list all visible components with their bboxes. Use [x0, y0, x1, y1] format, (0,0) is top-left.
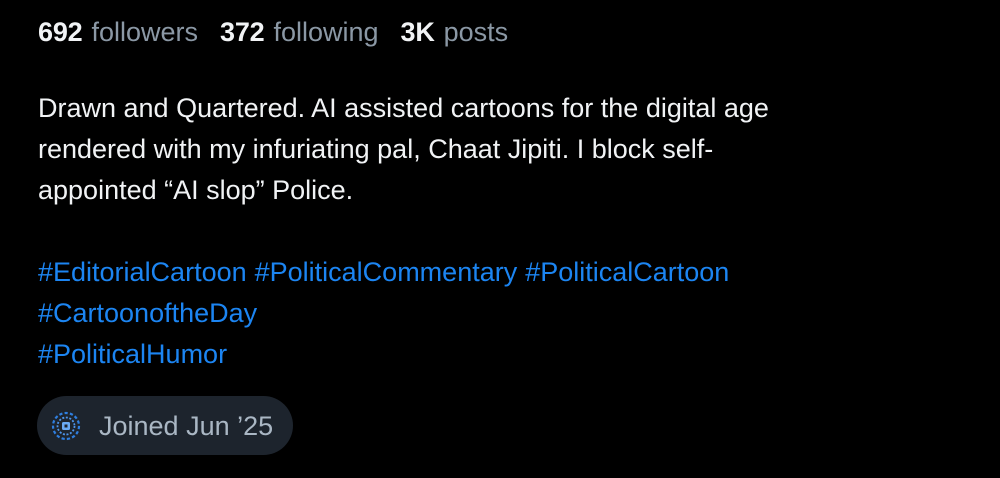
followers-stat[interactable]: 692 followers [38, 14, 198, 50]
hashtag-list: #EditorialCartoon #PoliticalCommentary #Po… [38, 252, 962, 375]
followers-count: 692 [38, 17, 83, 47]
joined-badge[interactable]: Joined Jun ’25 [37, 396, 294, 455]
hashtag-line: #PoliticalHumor [38, 334, 962, 375]
hashtag-link[interactable]: #EditorialCartoon [38, 257, 247, 287]
profile-bio: Drawn and Quartered. AI assisted cartoon… [38, 93, 769, 205]
posts-stat: 3K posts [401, 14, 509, 50]
following-label: following [273, 17, 379, 47]
hashtag-line: #EditorialCartoon #PoliticalCommentary #Po… [38, 252, 962, 293]
hashtag-link[interactable]: #PoliticalCartoon [525, 257, 729, 287]
followers-label: followers [91, 17, 198, 47]
joined-date: Joined Jun ’25 [99, 410, 274, 441]
following-count: 372 [220, 17, 265, 47]
posts-count: 3K [400, 17, 435, 47]
hashtag-link[interactable]: #CartoonoftheDay [38, 298, 257, 328]
profile-stats: 692 followers 372 following 3K posts [38, 14, 962, 50]
profile-header: 692 followers 372 following 3K posts Dra… [0, 0, 1000, 478]
hashtag-line: #CartoonoftheDay [38, 293, 962, 334]
starter-pack-icon [51, 411, 81, 440]
hashtag-link[interactable]: #PoliticalHumor [38, 339, 227, 369]
following-stat[interactable]: 372 following [220, 14, 379, 50]
hashtag-link[interactable]: #PoliticalCommentary [255, 257, 518, 287]
posts-label: posts [443, 17, 509, 47]
